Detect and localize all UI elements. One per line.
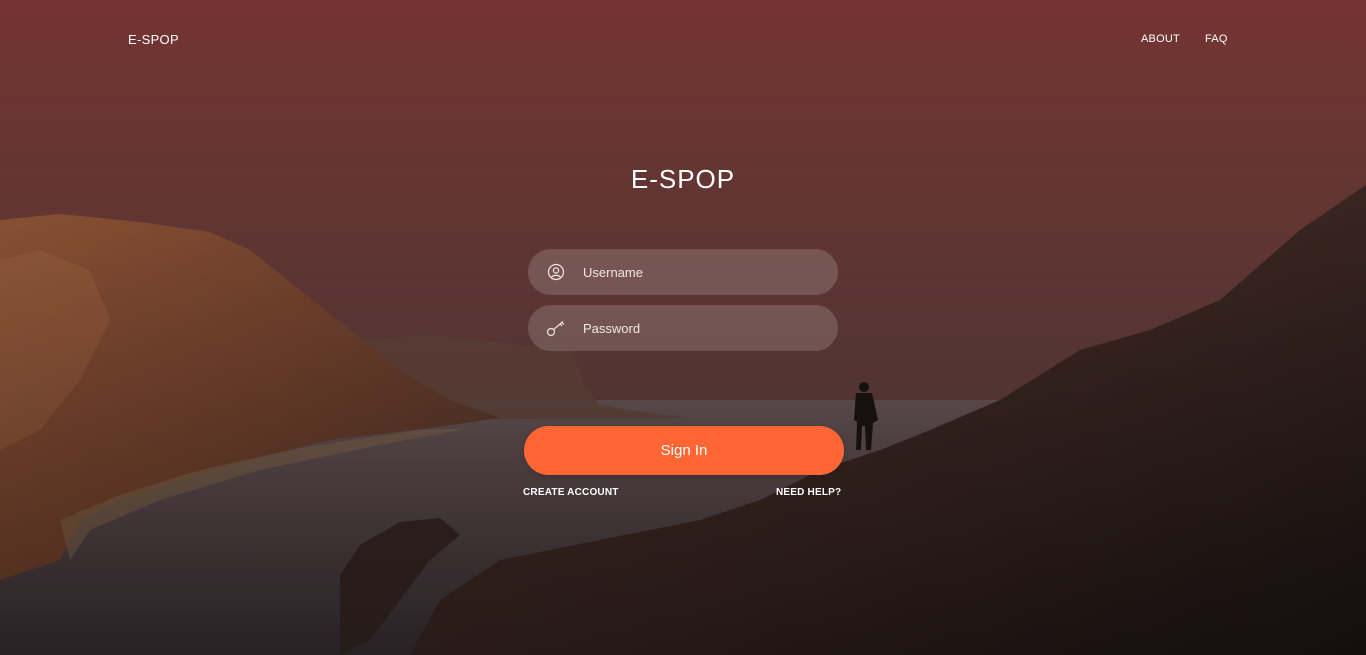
sign-in-button[interactable]: Sign In bbox=[524, 426, 844, 475]
nav-link-about[interactable]: ABOUT bbox=[1141, 33, 1180, 45]
nav-link-faq[interactable]: FAQ bbox=[1205, 33, 1228, 45]
username-input[interactable] bbox=[583, 257, 823, 287]
brand-logo-link[interactable]: E-SPOP bbox=[128, 32, 179, 47]
username-field[interactable] bbox=[528, 249, 838, 295]
user-icon bbox=[546, 262, 566, 282]
login-title: E-SPOP bbox=[630, 164, 736, 194]
password-input[interactable] bbox=[583, 313, 823, 343]
top-navbar: E-SPOP ABOUT FAQ bbox=[0, 0, 1366, 80]
password-field[interactable] bbox=[528, 305, 838, 351]
key-icon bbox=[546, 318, 566, 338]
create-account-link[interactable]: CREATE ACCOUNT bbox=[523, 487, 619, 498]
need-help-link[interactable]: NEED HELP? bbox=[776, 487, 841, 498]
